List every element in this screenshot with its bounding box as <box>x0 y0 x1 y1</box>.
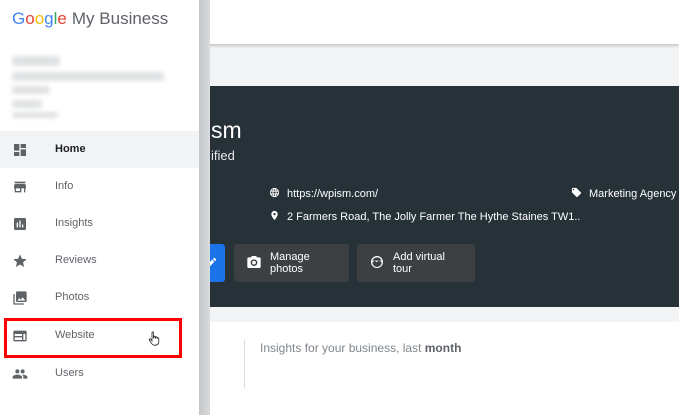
account-name-blurred <box>12 72 164 81</box>
globe-icon <box>269 187 280 201</box>
sidebar-item-info[interactable]: Info <box>0 168 199 205</box>
logo-letter: o <box>25 9 35 28</box>
logo-letter: o <box>34 9 45 28</box>
sidebar-item-label: Info <box>55 180 74 192</box>
google-my-business-logo: Google My Business <box>12 9 168 29</box>
logo-letter: G <box>12 9 26 28</box>
users-icon <box>12 366 28 382</box>
account-avatar-blurred <box>12 56 60 66</box>
dashboard-icon <box>12 142 28 158</box>
address-text: 2 Farmers Road, The Jolly Farmer The Hyt… <box>287 211 581 223</box>
google-wordmark: Google <box>12 9 67 28</box>
insights-heading: Insights for your business, last month <box>260 341 461 355</box>
account-detail-blurred <box>12 86 50 94</box>
sidebar-item-home[interactable]: Home <box>0 131 199 168</box>
sidebar-item-insights[interactable]: Insights <box>0 205 199 242</box>
sidebar-item-label: Photos <box>55 291 90 303</box>
sidebar-item-photos[interactable]: Photos <box>0 279 199 316</box>
website-row[interactable]: https://wpism.com/ <box>269 187 378 201</box>
photo-icon <box>12 290 28 306</box>
store-icon <box>12 179 28 195</box>
account-switch-blurred <box>12 112 58 118</box>
add-virtual-tour-label: Add virtual tour <box>393 251 445 275</box>
insights-divider <box>244 340 245 388</box>
sidebar-item-reviews[interactable]: Reviews <box>0 242 199 279</box>
virtual-tour-icon <box>369 254 385 273</box>
drawer-shadow-edge <box>199 0 210 415</box>
star-icon <box>12 253 28 269</box>
manage-photos-button[interactable]: Manage photos <box>234 244 349 282</box>
logo-letter: g <box>44 9 54 28</box>
logo-suffix: My Business <box>71 9 169 28</box>
sidebar-item-label: Insights <box>55 217 93 229</box>
tag-icon <box>571 187 582 201</box>
business-name: sm <box>211 117 242 143</box>
insights-period[interactable]: month <box>425 341 462 355</box>
website-url[interactable]: https://wpism.com/ <box>287 188 378 200</box>
sidebar-item-label: Users <box>55 367 84 379</box>
account-extra-blurred <box>12 100 42 108</box>
sidebar-item-label: Home <box>55 143 86 155</box>
verification-status: ified <box>211 148 235 163</box>
insights-card <box>200 322 679 415</box>
sidebar-item-users[interactable]: Users <box>0 355 199 392</box>
logo-letter: e <box>57 9 67 28</box>
insights-icon <box>12 216 28 232</box>
hand-cursor-icon <box>148 331 160 346</box>
location-pin-icon <box>269 210 280 224</box>
address-row: 2 Farmers Road, The Jolly Farmer The Hyt… <box>269 210 580 224</box>
category-text: Marketing Agency <box>589 188 677 200</box>
add-virtual-tour-button[interactable]: Add virtual tour <box>357 244 475 282</box>
navigation-drawer: Google My Business Home Info Insights Rev… <box>0 0 199 415</box>
insights-prefix: Insights for your business, last <box>260 341 425 355</box>
sidebar-item-label: Reviews <box>55 254 97 266</box>
category-row: Marketing Agency <box>571 187 676 201</box>
camera-icon <box>246 254 262 273</box>
manage-photos-label: Manage photos <box>270 251 310 275</box>
